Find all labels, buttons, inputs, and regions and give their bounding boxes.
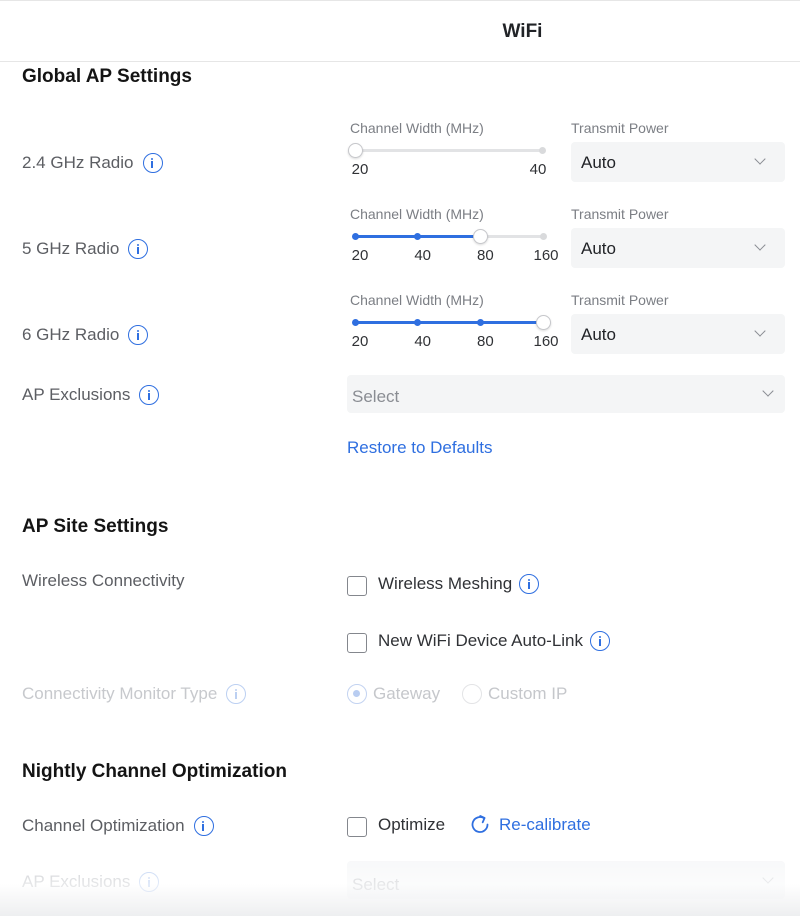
slider-step-dot[interactable] <box>351 233 359 240</box>
info-icon[interactable] <box>128 239 149 259</box>
slider-thumb[interactable] <box>535 315 551 330</box>
transmit-power-select[interactable]: Auto <box>571 228 785 268</box>
channel-optimization-label: Channel Optimization <box>22 816 185 835</box>
monitor-custom-ip-radio[interactable] <box>462 684 482 704</box>
slider-step-dot[interactable] <box>414 233 422 240</box>
slider-thumb[interactable] <box>347 143 363 158</box>
info-icon[interactable] <box>128 325 149 345</box>
slider-thumb[interactable] <box>472 229 488 244</box>
chevron-down-icon <box>762 872 774 884</box>
monitor-type-label: Connectivity Monitor Type <box>22 684 218 703</box>
optimize-label: Optimize <box>378 815 446 834</box>
transmit-power-label: Transmit Power <box>571 292 669 308</box>
channel-width-tick-label: 40 <box>414 247 431 264</box>
radio-band-label: 6 GHz Radio <box>22 325 120 344</box>
slider-step-dot[interactable] <box>476 319 484 326</box>
section-title-global-ap: Global AP Settings <box>22 66 192 87</box>
radio-row-label: 2.4 GHz Radio <box>22 153 163 173</box>
nightly-ap-exclusions-placeholder: Select <box>352 875 400 894</box>
radio-band-label: 5 GHz Radio <box>22 239 120 258</box>
transmit-power-value: Auto <box>581 153 616 172</box>
info-icon[interactable] <box>590 631 611 651</box>
transmit-power-value: Auto <box>581 239 616 258</box>
channel-width-tick-label: 80 <box>476 247 494 264</box>
page-title: WiFi <box>502 21 543 42</box>
channel-width-tick-label: 40 <box>529 161 547 178</box>
transmit-power-select[interactable]: Auto <box>571 142 785 182</box>
channel-width-tick-label: 160 <box>533 247 559 264</box>
channel-width-tick-label: 20 <box>351 161 369 178</box>
monitor-custom-ip-label: Custom IP <box>488 684 568 703</box>
restore-defaults-link[interactable]: Restore to Defaults <box>347 438 493 458</box>
optimize-checkbox[interactable] <box>347 817 367 837</box>
info-icon <box>139 872 160 892</box>
recalibrate-link[interactable]: Re-calibrate <box>499 815 591 835</box>
slider-fill <box>355 321 543 324</box>
transmit-power-select[interactable]: Auto <box>571 314 785 354</box>
channel-width-tick-label: 20 <box>351 333 369 350</box>
transmit-power-label: Transmit Power <box>571 120 669 136</box>
channel-width-tick-label: 40 <box>414 333 431 350</box>
channel-optimization-row-label: Channel Optimization <box>22 816 214 836</box>
channel-width-label: Channel Width (MHz) <box>350 206 484 222</box>
monitor-type-row-label: Connectivity Monitor Type <box>22 684 247 704</box>
wireless-meshing-label: Wireless Meshing <box>378 574 513 593</box>
channel-width-tick-label: 20 <box>351 247 369 264</box>
info-icon[interactable] <box>193 816 214 836</box>
chevron-down-icon <box>754 325 766 337</box>
channel-width-tick-label: 80 <box>476 333 494 350</box>
ap-exclusions-select[interactable]: Select <box>347 375 785 413</box>
channel-width-slider[interactable] <box>351 315 551 330</box>
chevron-down-icon <box>754 239 766 251</box>
channel-width-label: Channel Width (MHz) <box>350 292 484 308</box>
slider-step-dot[interactable] <box>414 319 422 326</box>
chevron-down-icon <box>762 385 774 397</box>
channel-width-tick-label: 160 <box>533 333 559 350</box>
monitor-gateway-label: Gateway <box>373 684 441 703</box>
ap-exclusions-label: AP Exclusions <box>22 385 131 404</box>
nightly-ap-exclusions-row-label: AP Exclusions <box>22 872 160 892</box>
radio-row-label: 5 GHz Radio <box>22 239 149 259</box>
radio-band-label: 2.4 GHz Radio <box>22 153 134 172</box>
auto-link-checkbox[interactable] <box>347 633 367 653</box>
section-title-ap-site: AP Site Settings <box>22 516 169 537</box>
radio-row-label: 6 GHz Radio <box>22 325 149 345</box>
info-icon[interactable] <box>139 385 160 405</box>
monitor-gateway-radio[interactable] <box>347 684 367 704</box>
ap-exclusions-row-label: AP Exclusions <box>22 385 160 405</box>
info-icon[interactable] <box>142 153 163 173</box>
nightly-ap-exclusions-select[interactable]: Select <box>347 861 785 899</box>
chevron-down-icon <box>754 153 766 165</box>
info-icon[interactable] <box>519 574 540 594</box>
wireless-connectivity-label: Wireless Connectivity <box>22 571 185 590</box>
transmit-power-label: Transmit Power <box>571 206 669 222</box>
section-title-nightly: Nightly Channel Optimization <box>22 761 287 782</box>
slider-step-dot[interactable] <box>351 319 359 326</box>
slider-step-dot[interactable] <box>539 233 547 240</box>
nightly-ap-exclusions-label: AP Exclusions <box>22 872 131 891</box>
channel-width-slider[interactable] <box>347 143 546 158</box>
slider-step-dot[interactable] <box>538 147 546 154</box>
top-bar: WiFi <box>0 0 800 62</box>
wireless-meshing-row: Wireless Meshing <box>378 574 540 594</box>
ap-exclusions-placeholder: Select <box>352 387 400 406</box>
channel-width-label: Channel Width (MHz) <box>350 120 484 136</box>
auto-link-label: New WiFi Device Auto-Link <box>378 631 584 650</box>
transmit-power-value: Auto <box>581 325 616 344</box>
wireless-meshing-checkbox[interactable] <box>347 576 367 596</box>
auto-link-row: New WiFi Device Auto-Link <box>378 631 611 651</box>
info-icon <box>226 684 247 704</box>
channel-width-slider[interactable] <box>351 229 547 244</box>
refresh-icon[interactable] <box>469 813 492 836</box>
